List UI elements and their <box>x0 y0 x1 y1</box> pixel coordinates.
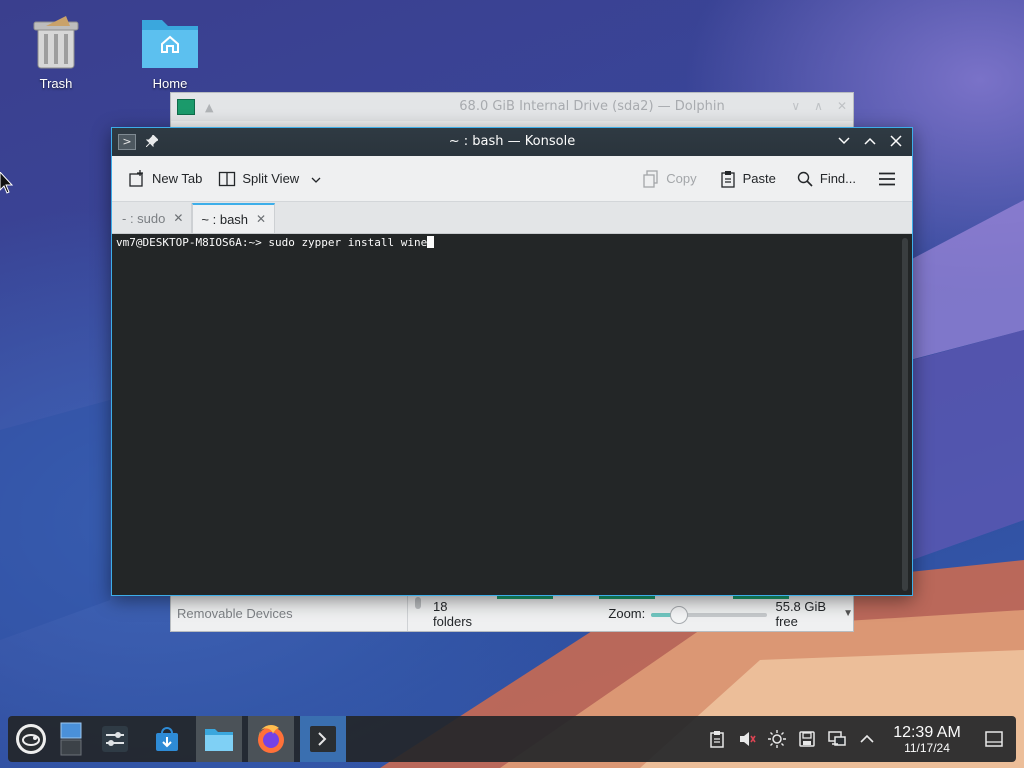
chevron-down-icon[interactable] <box>311 171 321 186</box>
tab-bash[interactable]: ~ : bash ✕ <box>192 203 276 233</box>
tab-sudo[interactable]: - : sudo ✕ <box>114 203 193 233</box>
volume-muted-icon[interactable] <box>732 716 762 762</box>
terminal-prompt: vm7@DESKTOP-M8IOS6A:~> <box>116 236 262 249</box>
taskbar-firefox[interactable] <box>248 716 294 762</box>
digital-clock[interactable]: 12:39 AM 11/17/24 <box>882 724 972 755</box>
places-removable-devices[interactable]: Removable Devices <box>171 593 407 631</box>
close-tab-icon[interactable]: ✕ <box>173 211 183 225</box>
tab-label: ~ : bash <box>201 211 249 227</box>
home-folder-icon <box>140 12 200 72</box>
trash-icon <box>26 12 86 72</box>
minimize-icon[interactable] <box>836 133 852 149</box>
taskbar-system-settings[interactable] <box>92 716 138 762</box>
desktop-icon-label: Home <box>152 76 188 91</box>
clock-time: 12:39 AM <box>893 723 961 741</box>
desktop-icon-trash[interactable]: Trash <box>11 12 101 91</box>
chevron-down-icon[interactable]: ▼ <box>843 608 853 619</box>
paste-label: Paste <box>742 171 776 186</box>
view-highlight <box>497 596 553 599</box>
brightness-icon[interactable] <box>762 716 792 762</box>
taskbar-discover[interactable] <box>144 716 190 762</box>
view-highlight <box>599 596 655 599</box>
chevron-up-icon[interactable] <box>852 716 882 762</box>
desktop-icon-label: Trash <box>39 76 73 91</box>
maximize-icon[interactable] <box>862 133 878 149</box>
mouse-pointer-icon <box>0 171 14 198</box>
taskbar-konsole[interactable] <box>300 716 346 762</box>
search-icon <box>796 170 814 188</box>
opensuse-launcher-icon <box>16 724 46 754</box>
free-space-label[interactable]: 55.8 GiB free <box>775 599 839 629</box>
minimize-icon[interactable]: ∨ <box>791 99 800 113</box>
split-view-button[interactable]: Split View <box>210 164 329 194</box>
firefox-icon <box>258 724 284 753</box>
splitter-handle[interactable] <box>415 597 421 609</box>
taskbar-dolphin[interactable] <box>196 716 242 762</box>
application-launcher-button[interactable] <box>8 716 54 762</box>
folder-count: 18 folders <box>433 598 473 629</box>
system-tray: 12:39 AM 11/17/24 <box>702 716 1016 762</box>
maximize-icon[interactable]: ∧ <box>814 99 823 113</box>
copy-icon <box>642 169 660 188</box>
system-settings-icon <box>102 726 128 752</box>
show-desktop-icon[interactable] <box>972 716 1016 762</box>
new-tab-label: New Tab <box>152 171 203 186</box>
discover-icon <box>156 727 178 751</box>
hamburger-menu-icon <box>878 170 896 188</box>
hamburger-menu-button[interactable] <box>870 164 904 194</box>
new-tab-button[interactable]: New Tab <box>120 164 210 194</box>
tab-label: - : sudo <box>122 210 166 226</box>
terminal-command: sudo zypper install wine <box>261 236 428 249</box>
dolphin-window-title: 68.0 GiB Internal Drive (sda2) — Dolphin <box>459 99 725 114</box>
dolphin-statusbar: 18 folders Zoom: 55.8 GiB free ▼ <box>427 595 853 631</box>
copy-button[interactable]: Copy <box>634 164 704 194</box>
split-view-label: Split View <box>242 171 300 186</box>
network-wired-icon[interactable] <box>822 716 852 762</box>
konsole-titlebar[interactable]: > ~ : bash — Konsole <box>112 128 912 156</box>
dolphin-icon <box>205 729 233 751</box>
desktop-icon-home[interactable]: Home <box>125 12 215 91</box>
konsole-window-title: ~ : bash — Konsole <box>448 134 576 149</box>
konsole-icon <box>310 726 336 752</box>
clipboard-icon[interactable] <box>702 716 732 762</box>
split-view-icon <box>218 170 236 188</box>
divider <box>407 593 408 631</box>
clock-date: 11/17/24 <box>904 740 950 755</box>
taskbar-panel: 12:39 AM 11/17/24 <box>8 716 1016 762</box>
virtual-desktop-pager[interactable] <box>54 716 88 762</box>
zoom-label: Zoom: <box>608 606 646 621</box>
storage-device-icon[interactable] <box>792 716 822 762</box>
dolphin-titlebar[interactable]: ▲ 68.0 GiB Internal Drive (sda2) — Dolph… <box>171 93 853 121</box>
konsole-toolbar: New Tab Split View Copy Paste Find... <box>112 156 912 202</box>
close-tab-icon[interactable]: ✕ <box>256 212 266 226</box>
konsole-tabbar: - : sudo ✕ ~ : bash ✕ <box>112 202 912 234</box>
view-highlight <box>733 596 789 599</box>
close-icon[interactable]: ✕ <box>837 99 847 113</box>
text-cursor <box>427 236 435 248</box>
zoom-slider-handle[interactable] <box>670 605 689 624</box>
find-button[interactable]: Find... <box>788 164 864 194</box>
pager-icon <box>60 722 82 756</box>
terminal-area[interactable]: vm7@DESKTOP-M8IOS6A:~> sudo zypper insta… <box>112 234 912 595</box>
paste-button[interactable]: Paste <box>711 164 784 194</box>
close-icon[interactable] <box>888 133 904 149</box>
find-label: Find... <box>819 171 856 186</box>
terminal-scrollbar[interactable] <box>902 238 908 591</box>
paste-icon <box>719 170 737 188</box>
new-tab-icon <box>128 169 146 188</box>
terminal-line: vm7@DESKTOP-M8IOS6A:~> sudo zypper insta… <box>116 236 908 250</box>
copy-label: Copy <box>666 171 697 186</box>
konsole-window[interactable]: > ~ : bash — Konsole New Tab Split View … <box>111 127 913 596</box>
zoom-slider[interactable] <box>651 605 768 624</box>
